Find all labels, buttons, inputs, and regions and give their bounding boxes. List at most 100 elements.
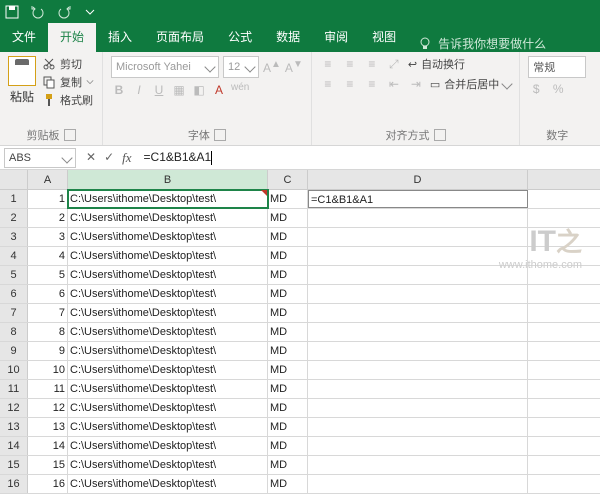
percent-button[interactable]: %: [550, 82, 566, 96]
name-box[interactable]: ABS: [4, 148, 76, 168]
cell[interactable]: [308, 456, 528, 474]
cell[interactable]: [308, 475, 528, 493]
dialog-launcher-icon[interactable]: [214, 129, 226, 141]
cell[interactable]: [308, 228, 528, 246]
cell[interactable]: MD: [268, 456, 308, 474]
qat-customize-icon[interactable]: [82, 4, 98, 20]
row-header[interactable]: 7: [0, 304, 28, 322]
cell[interactable]: C:\Users\ithome\Desktop\test\: [68, 209, 268, 227]
cell[interactable]: C:\Users\ithome\Desktop\test\: [68, 285, 268, 303]
align-center-button[interactable]: ≡: [342, 77, 358, 91]
align-bottom-button[interactable]: ≡: [364, 57, 380, 71]
cell[interactable]: [308, 247, 528, 265]
dialog-launcher-icon[interactable]: [434, 129, 446, 141]
cell[interactable]: C:\Users\ithome\Desktop\test\: [68, 266, 268, 284]
cell[interactable]: MD: [268, 304, 308, 322]
merge-center-button[interactable]: ▭合并后居中: [430, 76, 511, 92]
cell[interactable]: C:\Users\ithome\Desktop\test\: [68, 323, 268, 341]
cell[interactable]: 13: [28, 418, 68, 436]
tab-view[interactable]: 视图: [360, 23, 408, 52]
undo-icon[interactable]: [30, 4, 46, 20]
cell[interactable]: MD: [268, 399, 308, 417]
cell[interactable]: =C1&B1&A1: [308, 190, 528, 208]
tab-page-layout[interactable]: 页面布局: [144, 23, 216, 52]
shrink-font-button[interactable]: A▼: [285, 59, 303, 75]
fill-color-button[interactable]: ◧: [191, 83, 207, 97]
cell[interactable]: 6: [28, 285, 68, 303]
tab-review[interactable]: 审阅: [312, 23, 360, 52]
row-header[interactable]: 1: [0, 190, 28, 208]
cell[interactable]: [308, 418, 528, 436]
cell[interactable]: C:\Users\ithome\Desktop\test\: [68, 228, 268, 246]
dialog-launcher-icon[interactable]: [64, 129, 76, 141]
cell[interactable]: C:\Users\ithome\Desktop\test\: [68, 342, 268, 360]
tab-insert[interactable]: 插入: [96, 23, 144, 52]
paste-button[interactable]: 粘贴: [8, 56, 36, 108]
cell[interactable]: 3: [28, 228, 68, 246]
cell[interactable]: 2: [28, 209, 68, 227]
tell-me[interactable]: 告诉我你想要做什么: [418, 35, 546, 52]
cell[interactable]: MD: [268, 247, 308, 265]
cell[interactable]: 5: [28, 266, 68, 284]
cell[interactable]: C:\Users\ithome\Desktop\test\: [68, 190, 268, 208]
cell[interactable]: 8: [28, 323, 68, 341]
cell[interactable]: 15: [28, 456, 68, 474]
cell[interactable]: MD: [268, 323, 308, 341]
tab-formulas[interactable]: 公式: [216, 23, 264, 52]
align-left-button[interactable]: ≡: [320, 77, 336, 91]
underline-button[interactable]: U: [151, 83, 167, 97]
select-all-corner[interactable]: [0, 170, 28, 189]
font-name-select[interactable]: Microsoft Yahei: [111, 56, 219, 78]
cut-button[interactable]: 剪切: [42, 56, 94, 72]
cancel-formula-button[interactable]: ✕: [86, 150, 96, 166]
tab-file[interactable]: 文件: [0, 23, 48, 52]
cell[interactable]: MD: [268, 190, 308, 208]
indent-inc-button[interactable]: ⇥: [408, 77, 424, 91]
cell[interactable]: MD: [268, 475, 308, 493]
align-top-button[interactable]: ≡: [320, 57, 336, 71]
align-right-button[interactable]: ≡: [364, 77, 380, 91]
cell[interactable]: C:\Users\ithome\Desktop\test\: [68, 247, 268, 265]
cell[interactable]: MD: [268, 380, 308, 398]
cell[interactable]: 11: [28, 380, 68, 398]
cell[interactable]: [308, 266, 528, 284]
align-middle-button[interactable]: ≡: [342, 57, 358, 71]
cell[interactable]: 9: [28, 342, 68, 360]
copy-button[interactable]: 复制: [42, 74, 94, 90]
save-icon[interactable]: [4, 4, 20, 20]
row-header[interactable]: 12: [0, 399, 28, 417]
cell[interactable]: 7: [28, 304, 68, 322]
number-format-select[interactable]: 常规: [528, 56, 586, 78]
cell[interactable]: MD: [268, 437, 308, 455]
cell[interactable]: [308, 380, 528, 398]
row-header[interactable]: 13: [0, 418, 28, 436]
fx-icon[interactable]: fx: [122, 150, 131, 166]
cell[interactable]: MD: [268, 361, 308, 379]
indent-dec-button[interactable]: ⇤: [386, 77, 402, 91]
cell[interactable]: MD: [268, 418, 308, 436]
cell[interactable]: 1: [28, 190, 68, 208]
cell[interactable]: [308, 209, 528, 227]
row-header[interactable]: 11: [0, 380, 28, 398]
orientation-button[interactable]: ⤢: [386, 57, 402, 72]
formula-input[interactable]: =C1&B1&A1: [138, 150, 600, 165]
cell[interactable]: C:\Users\ithome\Desktop\test\: [68, 475, 268, 493]
tab-data[interactable]: 数据: [264, 23, 312, 52]
col-header-d[interactable]: D: [308, 170, 528, 189]
row-header[interactable]: 5: [0, 266, 28, 284]
cell[interactable]: [308, 437, 528, 455]
row-header[interactable]: 3: [0, 228, 28, 246]
cell[interactable]: C:\Users\ithome\Desktop\test\: [68, 456, 268, 474]
cell[interactable]: C:\Users\ithome\Desktop\test\: [68, 380, 268, 398]
cell[interactable]: 4: [28, 247, 68, 265]
row-header[interactable]: 9: [0, 342, 28, 360]
cell[interactable]: [308, 342, 528, 360]
cell[interactable]: [308, 304, 528, 322]
row-header[interactable]: 6: [0, 285, 28, 303]
enter-formula-button[interactable]: ✓: [104, 150, 114, 166]
cell[interactable]: MD: [268, 342, 308, 360]
cell[interactable]: MD: [268, 266, 308, 284]
border-button[interactable]: ▦: [171, 83, 187, 97]
cell[interactable]: MD: [268, 285, 308, 303]
cell[interactable]: MD: [268, 209, 308, 227]
